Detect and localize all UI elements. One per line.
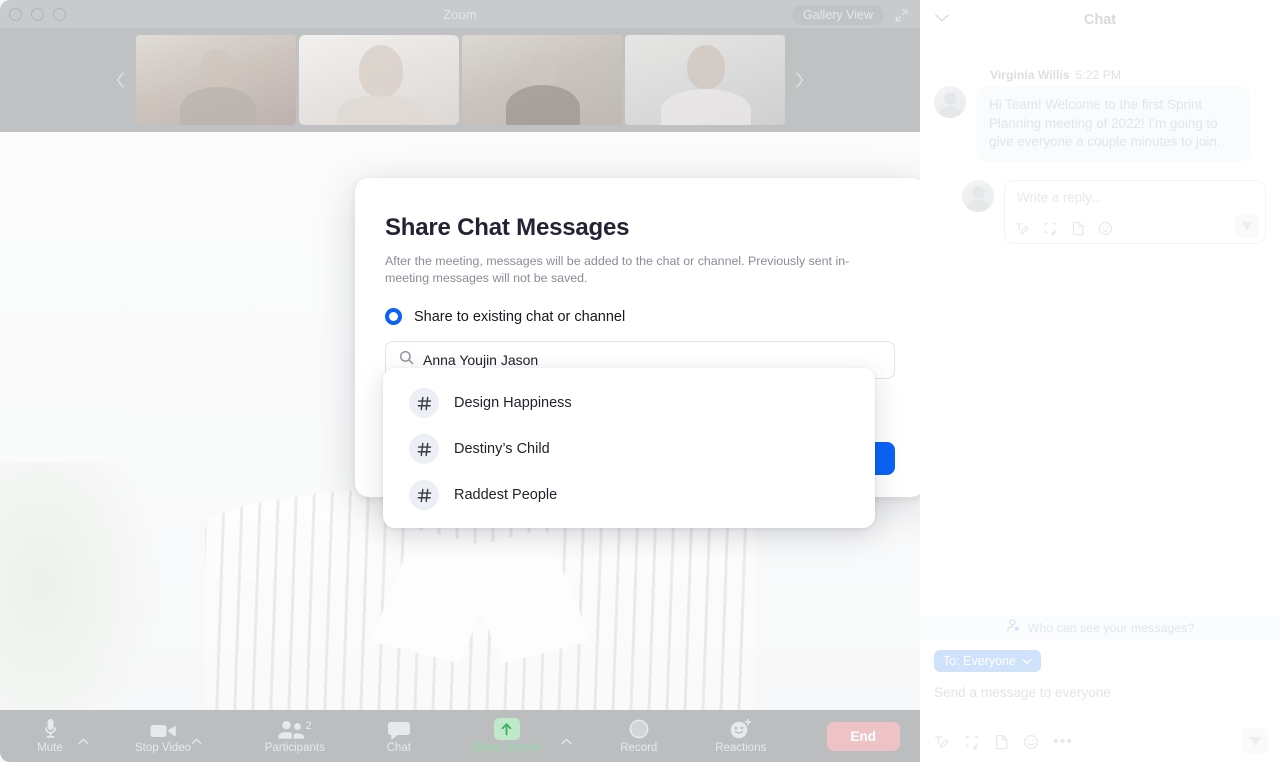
mute-options-chevron-up-icon[interactable]	[78, 734, 91, 762]
emoji-icon[interactable]	[1098, 221, 1113, 236]
list-item[interactable]: Design Happiness	[383, 380, 875, 426]
chevron-down-icon[interactable]	[934, 10, 950, 28]
emoji-icon[interactable]	[1023, 734, 1039, 750]
send-icon[interactable]	[1242, 728, 1268, 754]
avatar	[962, 179, 994, 212]
participant-tile-2[interactable]	[298, 35, 459, 125]
radio-button-selected[interactable]	[385, 308, 402, 325]
record-circle-icon	[628, 718, 650, 740]
message-author: Virginia Willis	[990, 68, 1070, 82]
chevron-left-icon[interactable]	[106, 28, 136, 132]
format-text-icon[interactable]	[1015, 221, 1030, 236]
window-titlebar: Zoom Gallery View	[0, 0, 920, 28]
message-meta: Virginia Willis 5:22 PM	[990, 68, 1266, 82]
mute-label: Mute	[37, 742, 63, 754]
list-item[interactable]: Raddest People	[383, 472, 875, 518]
recipient-label: To: Everyone	[943, 654, 1016, 668]
participant-tile-1[interactable]	[135, 35, 296, 125]
expand-icon[interactable]	[890, 4, 912, 26]
share-screen-label: Share Screen	[471, 742, 542, 754]
recipient-selector[interactable]: To: Everyone	[934, 650, 1041, 672]
message-text: Hi Team! Welcome to the first Sprint Pla…	[976, 86, 1250, 162]
chat-bubble-icon	[387, 718, 410, 740]
meeting-toolbar: Mute Stop Video 2 Participants Chat Shar…	[0, 710, 920, 762]
share-screen-button[interactable]: Share Screen	[461, 710, 553, 762]
chevron-down-icon	[1022, 654, 1032, 668]
screenshot-icon[interactable]	[964, 734, 980, 750]
chat-panel-header: Chat	[920, 0, 1280, 40]
compose-toolbar: •••	[934, 734, 1073, 750]
toolbar-right-group: End	[826, 721, 921, 751]
search-icon	[399, 350, 414, 370]
titlebar-actions: Gallery View	[792, 4, 912, 26]
hash-icon	[409, 434, 439, 464]
who-can-see-messages-bar[interactable]: Who can see your messages?	[920, 616, 1280, 640]
list-item-label: Design Happiness	[454, 395, 572, 411]
screenshot-icon[interactable]	[1043, 221, 1058, 236]
microphone-icon	[42, 718, 59, 740]
chat-message: Hi Team! Welcome to the first Sprint Pla…	[934, 86, 1266, 162]
who-can-see-label: Who can see your messages?	[1027, 621, 1195, 635]
end-meeting-button[interactable]: End	[826, 721, 900, 751]
window-title: Zoom	[442, 6, 478, 22]
record-label: Record	[620, 742, 658, 754]
share-to-existing-radio-option[interactable]: Share to existing chat or channel	[385, 308, 895, 325]
reactions-smiley-icon	[729, 718, 753, 740]
list-item-label: Destiny’s Child	[454, 441, 550, 457]
file-icon[interactable]	[994, 734, 1009, 750]
toolbar-left-group: Mute Stop Video	[0, 710, 204, 762]
meeting-window: Zoom Gallery View Mute Stop Video 2 Part…	[0, 0, 920, 762]
file-icon[interactable]	[1071, 221, 1085, 236]
chat-message-list: Virginia Willis 5:22 PM Hi Team! Welcome …	[920, 40, 1280, 608]
message-input[interactable]: Send a message to everyone	[934, 685, 1266, 700]
reactions-button[interactable]: Reactions	[704, 710, 778, 762]
share-screen-arrow-icon	[493, 718, 520, 740]
gallery-tiles	[135, 35, 785, 125]
send-icon[interactable]	[1235, 213, 1259, 238]
reply-input[interactable]: Write a reply...	[1004, 179, 1266, 244]
reactions-label: Reactions	[715, 742, 767, 754]
svg-text:2: 2	[305, 720, 311, 732]
participant-tile-4[interactable]	[624, 35, 785, 125]
record-button[interactable]: Record	[608, 710, 670, 762]
chat-button[interactable]: Chat	[371, 710, 427, 762]
video-options-chevron-up-icon[interactable]	[191, 734, 204, 762]
participants-label: Participants	[264, 742, 325, 754]
reply-placeholder: Write a reply...	[1017, 189, 1103, 205]
stop-video-button[interactable]: Stop Video	[135, 710, 191, 762]
participants-button[interactable]: 2 Participants	[253, 710, 337, 762]
chat-label: Chat	[386, 742, 411, 754]
mute-button[interactable]: Mute	[22, 710, 78, 762]
message-time: 5:22 PM	[1075, 68, 1121, 82]
toolbar-center-group: 2 Participants Chat Share Screen Record …	[204, 710, 826, 762]
chevron-right-icon[interactable]	[785, 28, 815, 132]
channel-suggestions-dropdown: Design Happiness Destiny’s Child Raddest…	[383, 368, 875, 528]
zoom-meeting-app: Zoom Gallery View Mute Stop Video 2 Part…	[0, 0, 1280, 762]
format-text-icon[interactable]	[934, 734, 950, 750]
list-item-label: Raddest People	[454, 487, 558, 503]
video-camera-icon	[150, 718, 176, 740]
share-options-chevron-up-icon[interactable]	[561, 734, 574, 762]
list-item[interactable]: Destiny’s Child	[383, 426, 875, 472]
avatar	[934, 86, 966, 118]
person-visibility-icon	[1006, 618, 1021, 638]
more-icon[interactable]: •••	[1053, 734, 1073, 750]
dialog-subtitle: After the meeting, messages will be adde…	[385, 254, 850, 285]
hash-icon	[409, 388, 439, 418]
search-input-value: Anna Youjin Jason	[423, 352, 539, 368]
stop-video-label: Stop Video	[135, 742, 192, 754]
participant-tile-3[interactable]	[461, 35, 622, 125]
reply-composer: Write a reply...	[934, 179, 1266, 244]
chat-panel-title: Chat	[1083, 12, 1117, 28]
reply-toolbar	[1015, 221, 1113, 236]
hash-icon	[409, 480, 439, 510]
gallery-filmstrip	[0, 28, 920, 132]
gallery-view-button[interactable]: Gallery View	[792, 5, 884, 25]
chat-compose-area: To: Everyone Send a message to everyone	[920, 646, 1280, 762]
radio-option-label: Share to existing chat or channel	[414, 308, 626, 325]
participants-icon: 2	[277, 718, 313, 740]
dialog-title: Share Chat Messages	[385, 214, 630, 241]
